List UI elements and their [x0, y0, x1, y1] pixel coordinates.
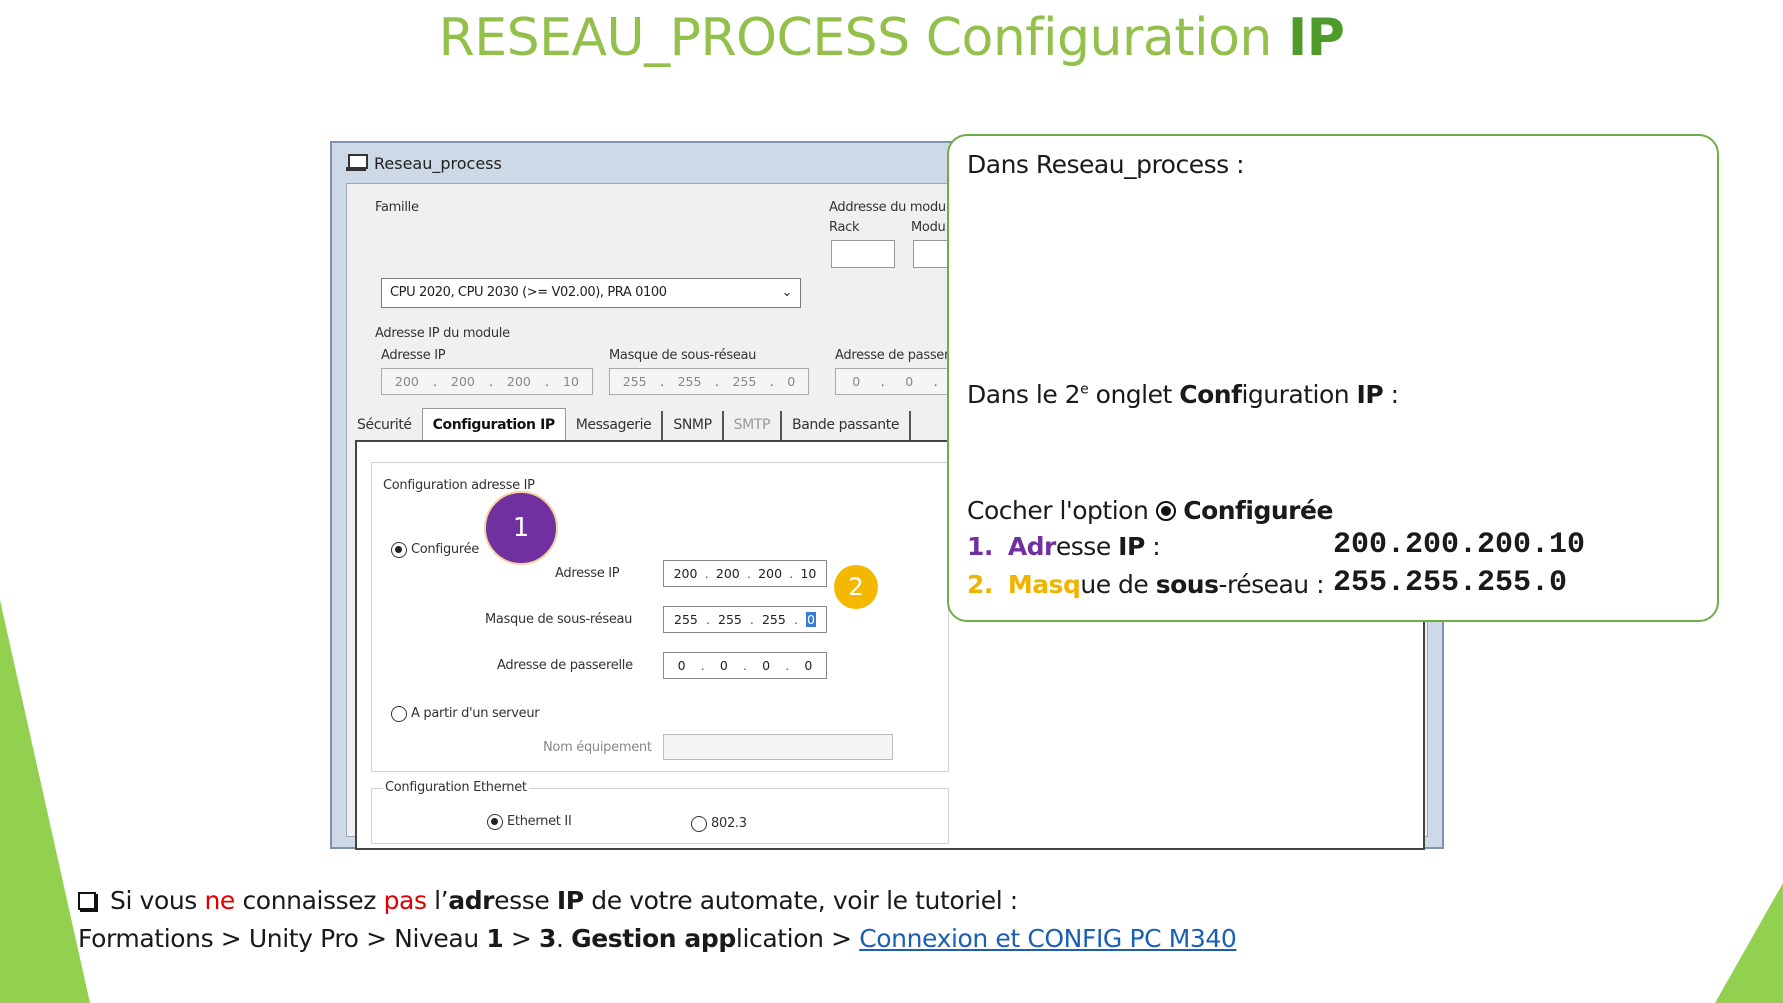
radio-server-label: A partir d'un serveur: [411, 706, 540, 721]
page-gateway-octet: 0: [762, 658, 771, 673]
note-line-1: Si vous ne connaissez pas l’adresse IP d…: [78, 886, 1018, 915]
page-mask-label: Masque de sous-réseau: [485, 612, 633, 627]
gateway-octet: 0: [905, 374, 914, 389]
page-mask-field[interactable]: 255. 255. 255. 0: [663, 606, 827, 633]
decor-triangle-right: [1715, 883, 1783, 1003]
radio-selected-icon: [1155, 501, 1176, 521]
tab-configuration-ip[interactable]: Configuration IP: [421, 408, 566, 440]
rack-label: Rack: [829, 220, 860, 235]
radio-8023[interactable]: [691, 816, 707, 832]
rack-field[interactable]: [831, 240, 895, 268]
page-gateway-field[interactable]: 0. 0. 0. 0: [663, 652, 827, 679]
famille-value: CPU 2020, CPU 2030 (>= V02.00), PRA 0100: [390, 285, 667, 300]
dialog-title: Reseau_process: [374, 153, 502, 173]
step-badge-1: 1: [484, 491, 558, 565]
radio-server[interactable]: [391, 706, 407, 722]
page-mask-octet: 255: [674, 612, 698, 627]
subnet-mask-value: 255.255.255.0: [1333, 566, 1568, 600]
tab-strip: Sécurité Configuration IP Messagerie SNM…: [347, 406, 912, 440]
config-ip-groupbox: [371, 462, 949, 772]
ip-octet: 200: [507, 374, 531, 389]
page-gateway-octet: 0: [677, 658, 686, 673]
callout-item-1: 1. Adresse IP :: [967, 532, 1161, 561]
ip-label: Adresse IP: [381, 348, 446, 363]
slide-title: RESEAU_PROCESS Configuration IP: [438, 8, 1345, 68]
famille-label: Famille: [375, 200, 419, 215]
module-label: Modu: [911, 220, 946, 235]
page-gateway-label: Adresse de passerelle: [497, 658, 633, 673]
device-name-label: Nom équipement: [543, 740, 652, 755]
device-name-field[interactable]: [663, 734, 893, 760]
page-ip-octet: 200: [715, 566, 740, 581]
gateway-octet: 0: [852, 374, 861, 389]
ip-field[interactable]: 200. 200. 200. 10: [381, 368, 593, 395]
step-badge-2: 2: [834, 565, 878, 609]
ip-address-value: 200.200.200.10: [1333, 528, 1586, 562]
page-ip-label: Adresse IP: [555, 566, 620, 581]
ip-module-group-label: Adresse IP du module: [375, 326, 510, 341]
radio-configured-label: Configurée: [411, 542, 480, 557]
radio-configured[interactable]: [391, 542, 407, 558]
mask-octet: 0: [787, 374, 796, 389]
decor-triangle-left: [0, 600, 90, 1003]
gateway-label: Adresse de passere: [835, 348, 957, 363]
callout-line-2: Dans le 2e onglet Configuration IP :: [967, 380, 1399, 409]
mask-label: Masque de sous-réseau: [609, 348, 757, 363]
tutorial-link[interactable]: Connexion et CONFIG PC M340: [859, 924, 1237, 953]
mask-octet: 255: [677, 374, 702, 389]
callout-item-2: 2. Masque de sous-réseau :: [967, 570, 1325, 599]
radio-8023-label: 802.3: [711, 816, 747, 831]
page-mask-octet: 255: [761, 612, 786, 627]
gateway-field[interactable]: 0. 0.: [835, 368, 955, 395]
tab-smtp[interactable]: SMTP: [724, 411, 783, 440]
tab-securite[interactable]: Sécurité: [347, 411, 422, 440]
instruction-callout: Dans Reseau_process : Dans le 2e onglet …: [947, 134, 1719, 622]
tab-messagerie[interactable]: Messagerie: [566, 411, 664, 440]
mask-octet: 255: [622, 374, 647, 389]
tab-snmp[interactable]: SNMP: [663, 411, 724, 440]
chevron-down-icon[interactable]: ⌄: [782, 285, 793, 300]
callout-line-1: Dans Reseau_process :: [967, 150, 1245, 179]
note-line-2: Formations > Unity Pro > Niveau 1 > 3. G…: [78, 924, 1237, 953]
checkbox-bullet-icon: [78, 892, 96, 910]
page-ip-field[interactable]: 200. 200. 200. 10: [663, 560, 827, 587]
ip-octet: 200: [451, 374, 475, 389]
famille-select[interactable]: CPU 2020, CPU 2030 (>= V02.00), PRA 0100…: [381, 278, 801, 308]
radio-ethernet-ii[interactable]: [487, 814, 503, 830]
page-gateway-octet: 0: [719, 658, 728, 673]
radio-ethernet-ii-label: Ethernet II: [507, 814, 572, 829]
ethernet-groupbox: [371, 788, 949, 844]
callout-line-3: Cocher l'option Configurée: [967, 496, 1333, 525]
tab-bande-passante[interactable]: Bande passante: [782, 411, 912, 440]
page-ip-octet: 10: [800, 566, 817, 581]
page-ip-octet: 200: [758, 566, 783, 581]
network-icon: [346, 154, 368, 172]
page-ip-octet: 200: [673, 566, 698, 581]
mask-field[interactable]: 255. 255. 255. 0: [609, 368, 809, 395]
ethernet-group-label: Configuration Ethernet: [383, 780, 529, 795]
ip-octet: 200: [395, 374, 419, 389]
mask-octet: 255: [732, 374, 757, 389]
page-mask-octet: 255: [718, 612, 742, 627]
adresse-module-label: Addresse du module: [829, 200, 957, 215]
ip-octet: 10: [563, 374, 579, 389]
page-mask-octet-selected: 0: [805, 612, 816, 627]
page-gateway-octet: 0: [804, 658, 813, 673]
